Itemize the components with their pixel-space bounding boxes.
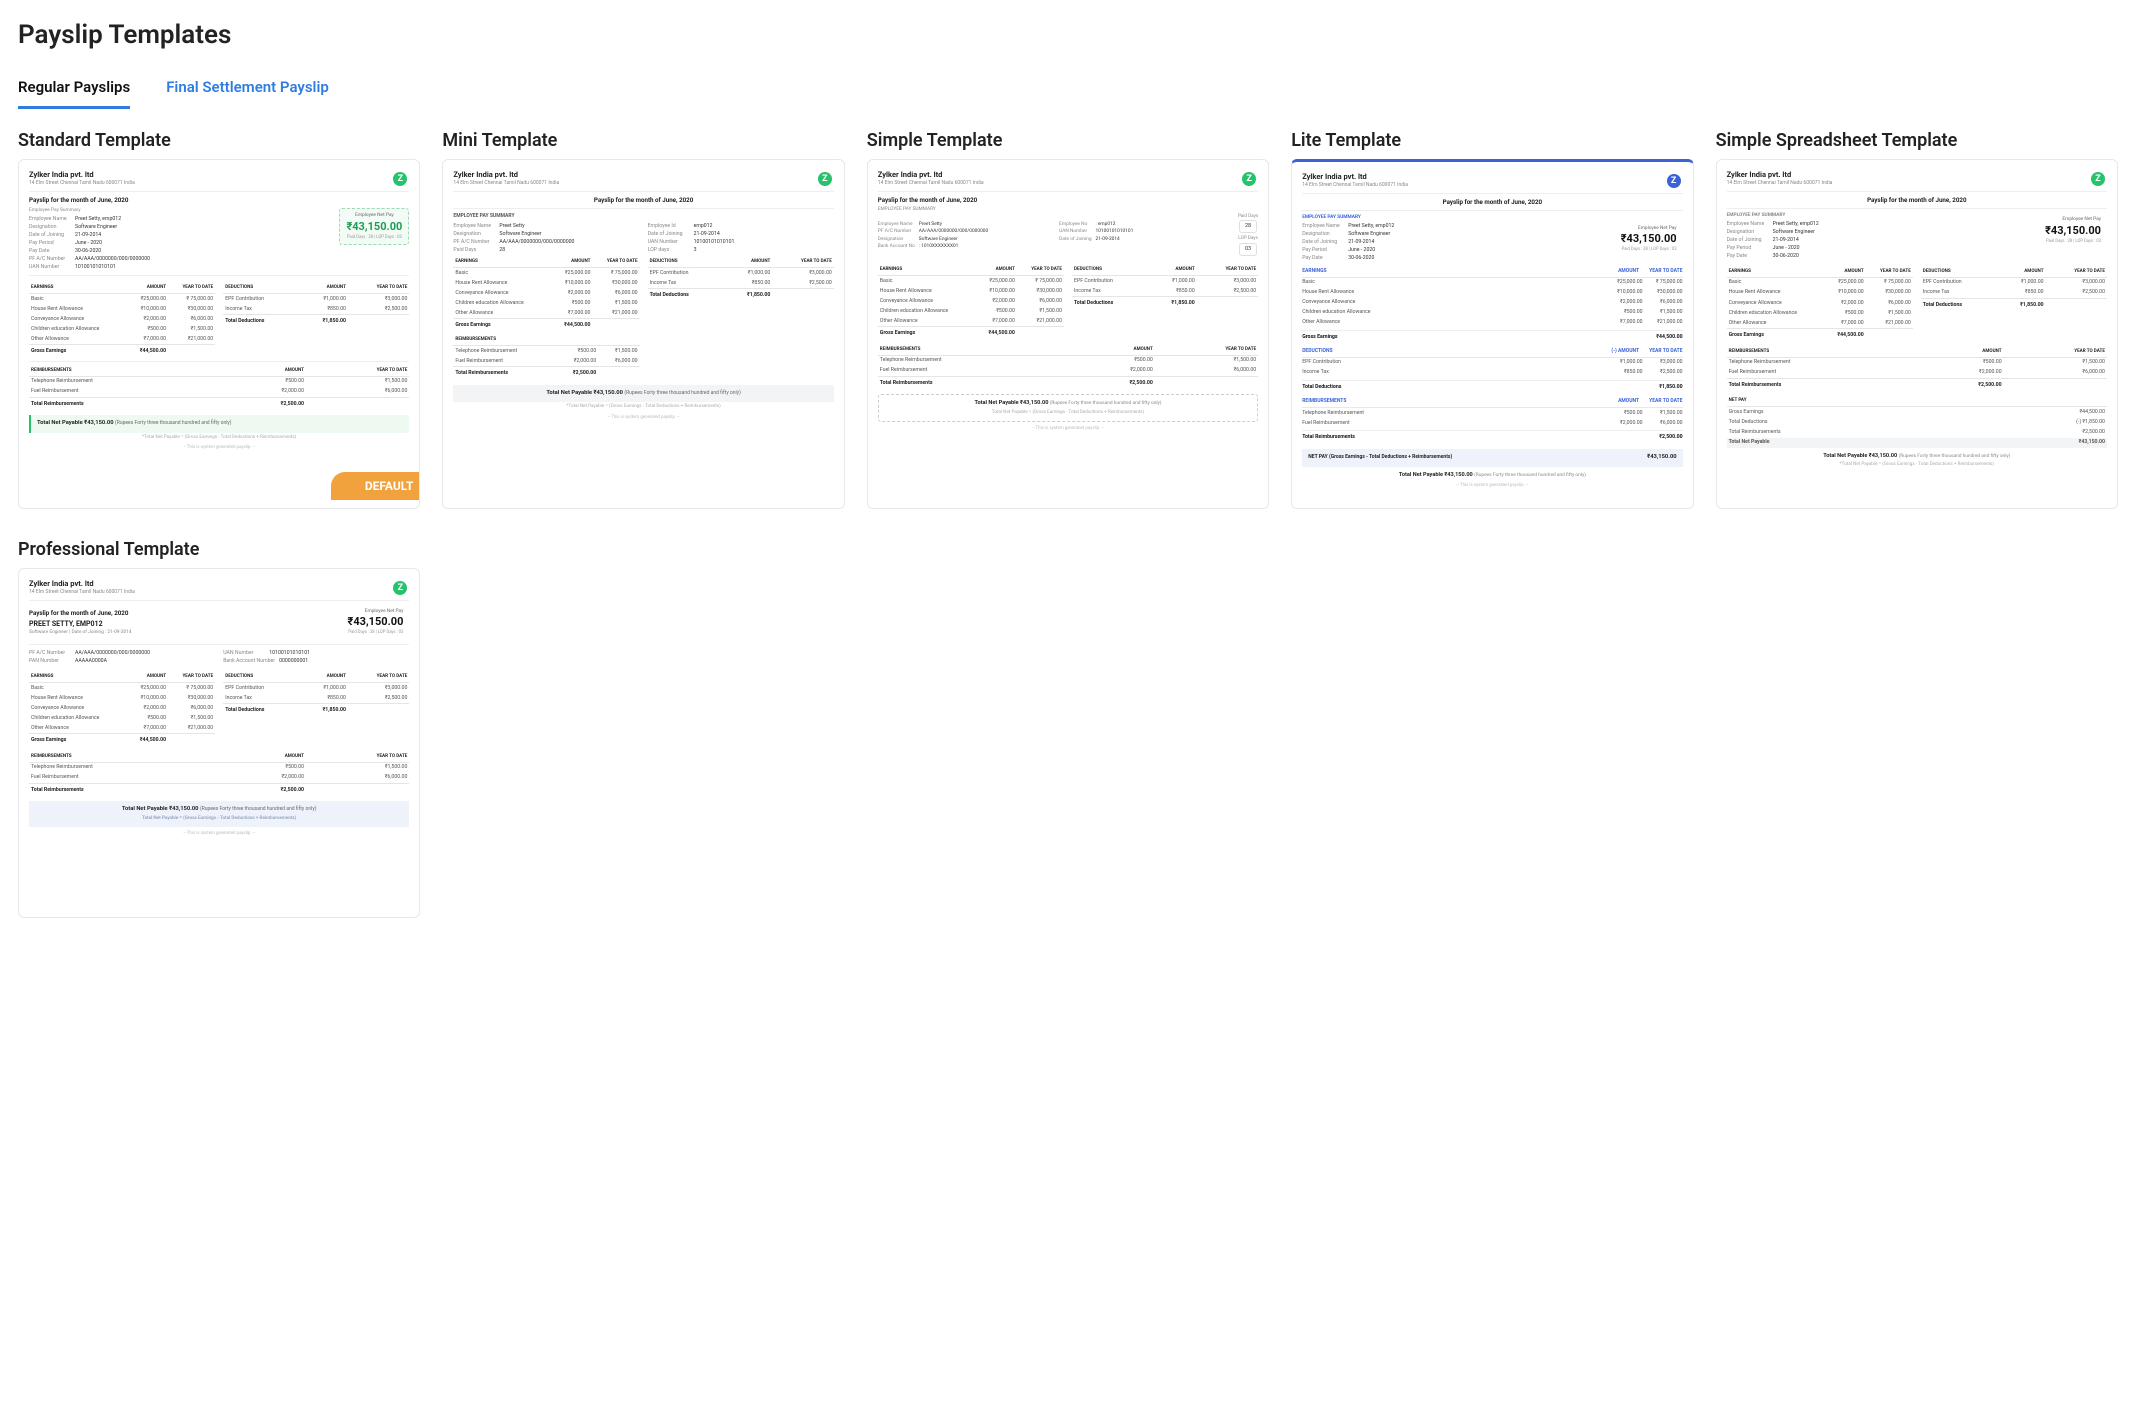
- net-pay-box: Employee Net Pay ₹43,150.00 Paid Days : …: [339, 208, 409, 245]
- template-title-spreadsheet: Simple Spreadsheet Template: [1716, 130, 2118, 151]
- payslip-month-title: Payslip for the month of June, 2020: [29, 196, 409, 204]
- tabs: Regular Payslips Final Settlement Paysli…: [18, 78, 2118, 110]
- template-title-standard: Standard Template: [18, 130, 420, 151]
- company-logo-icon: Z: [1667, 174, 1681, 188]
- net-pay-summary-table: NET PAY Gross Earnings₹44,500.00 Total D…: [1727, 396, 2107, 447]
- company-name: Zylker India pvt. ltd: [29, 170, 409, 180]
- page-title: Payslip Templates: [18, 20, 2118, 50]
- net-payable-line: Total Net Payable ₹43,150.00 (Rupees For…: [29, 801, 409, 827]
- net-pay-box: Employee Net Pay ₹43,150.00 Paid Days : …: [339, 605, 409, 640]
- net-payable-line: Total Net Payable ₹43,150.00 (Rupees For…: [29, 415, 409, 433]
- company-address: 14 Elm Street Chennai Tamil Nadu 600071 …: [29, 180, 409, 187]
- net-pay-row: NET PAY (Gross Earnings - Total Deductio…: [1302, 449, 1682, 467]
- default-badge: DEFAULT: [331, 472, 421, 500]
- net-pay-box: Employee Net Pay ₹43,150.00 Paid Days : …: [2037, 213, 2107, 248]
- deductions-table: DEDUCTIONSAmountYear to date EPF Contrib…: [223, 283, 409, 327]
- company-logo-icon: Z: [818, 172, 832, 186]
- template-card-spreadsheet[interactable]: Z Zylker India pvt. ltd 14 Elm Street Ch…: [1716, 159, 2118, 509]
- earnings-table: EARNINGSAmountYear to date Basic₹25,000.…: [29, 283, 215, 357]
- template-title-mini: Mini Template: [442, 130, 844, 151]
- employee-summary-label: Employee Pay Summary: [29, 208, 333, 214]
- system-note: -- This is system generated payslip. --: [29, 445, 409, 451]
- template-card-lite[interactable]: Z Zylker India pvt. ltd 14 Elm Street Ch…: [1291, 159, 1693, 509]
- company-logo-icon: Z: [2091, 172, 2105, 186]
- net-payable-line: Total Net Payable ₹43,150.00 (Rupees For…: [453, 385, 833, 403]
- template-title-lite: Lite Template: [1291, 130, 1693, 151]
- template-card-standard[interactable]: Z Zylker India pvt. ltd 14 Elm Street Ch…: [18, 159, 420, 509]
- net-pay-formula: *Total Net Payable = (Gross Earnings - T…: [29, 435, 409, 441]
- template-card-professional[interactable]: Z Zylker India pvt. ltd 14 Elm Street Ch…: [18, 568, 420, 918]
- net-pay-box: Employee Net Pay ₹43,150.00 Paid Days : …: [1613, 222, 1683, 257]
- template-title-simple: Simple Template: [867, 130, 1269, 151]
- tab-regular-payslips[interactable]: Regular Payslips: [18, 78, 130, 109]
- template-title-professional: Professional Template: [18, 539, 420, 560]
- net-payable-line: Total Net Payable ₹43,150.00 (Rupees For…: [878, 394, 1258, 422]
- reimbursements-table: REIMBURSEMENTSAmountYear to date Telepho…: [29, 366, 409, 410]
- template-card-mini[interactable]: Z Zylker India pvt. ltd 14 Elm Street Ch…: [442, 159, 844, 509]
- template-card-simple[interactable]: Z Zylker India pvt. ltd 14 Elm Street Ch…: [867, 159, 1269, 509]
- tab-final-settlement[interactable]: Final Settlement Payslip: [166, 78, 329, 109]
